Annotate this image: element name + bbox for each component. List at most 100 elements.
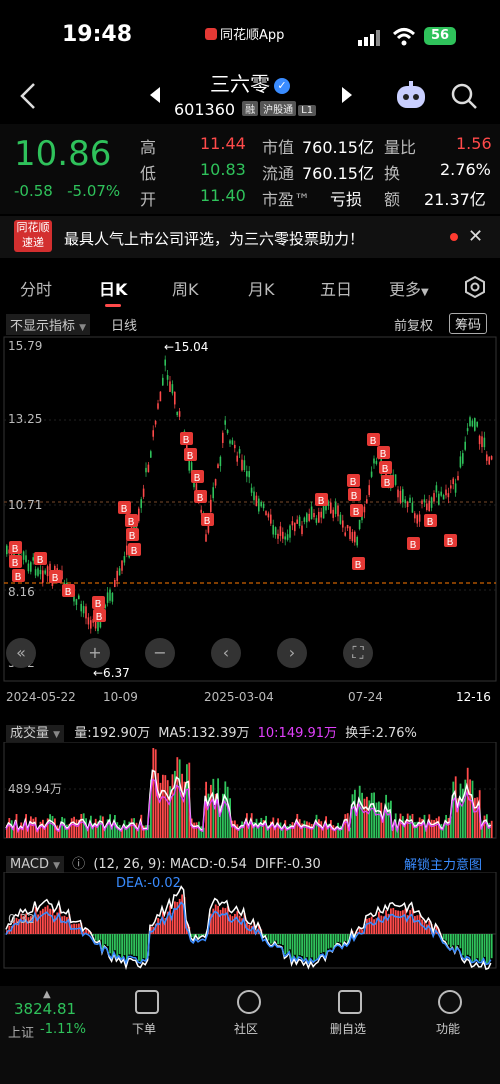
robot-assistant-icon[interactable] [394, 80, 428, 116]
search-icon[interactable] [450, 82, 478, 114]
tag-level: L1 [298, 105, 317, 116]
tab-intraday[interactable]: 分时 [20, 276, 52, 300]
zoom-out-all-icon[interactable]: « [6, 638, 36, 668]
app-indicator: 同花顺App [205, 24, 284, 43]
buy-markers: BBBBBBBBBBBBBBBBBBBBBBBBBBBBB [9, 432, 457, 623]
zoom-out-icon[interactable]: − [145, 638, 175, 668]
svg-text:B: B [187, 451, 194, 462]
svg-text:B: B [353, 507, 360, 518]
svg-text:B: B [384, 478, 391, 489]
svg-text:B: B [370, 436, 377, 447]
chip-button[interactable]: 筹码 [449, 313, 488, 334]
community-icon[interactable] [237, 990, 261, 1014]
wifi-icon [392, 27, 416, 51]
macd-chart [3, 872, 497, 971]
signal-icon [358, 30, 382, 50]
svg-text:B: B [65, 587, 72, 598]
settings-icon[interactable] [464, 275, 486, 302]
scroll-right-icon[interactable]: › [277, 638, 307, 668]
volume-y-tick: 489.94万 [8, 782, 62, 796]
svg-text:B: B [427, 517, 434, 528]
date-tick-3: 2025-03-04 [204, 690, 274, 704]
index-change: -1.11% [40, 1022, 86, 1037]
svg-text:B: B [129, 531, 136, 542]
nav-functions[interactable]: 功能 [418, 1020, 478, 1037]
help-icon[interactable]: ⓘ [72, 857, 85, 872]
nav-remove-watchlist[interactable]: 删自选 [318, 1020, 378, 1037]
index-name: 上证 [8, 1026, 35, 1041]
svg-text:B: B [128, 517, 135, 528]
volume-select[interactable]: 成交量 ▼ [6, 725, 65, 742]
tab-weekly-k[interactable]: 周K [172, 276, 199, 300]
amount-value: 21.37亿 [424, 190, 486, 209]
tag-connect: 沪股通 [260, 101, 297, 116]
unlock-link[interactable]: 解锁主力意图 [404, 854, 482, 873]
low-value: 10.83 [200, 160, 246, 179]
svg-text:B: B [131, 546, 138, 557]
macd-header: MACD ▼ ⓘ (12, 26, 9): MACD:-0.54 DIFF:-0… [6, 853, 321, 873]
mcap-label: 市值 [262, 138, 295, 157]
volume-chart [3, 742, 497, 839]
macd-params: (12, 26, 9): [93, 857, 166, 872]
svg-text:B: B [355, 560, 362, 571]
high-label: 高 [140, 138, 157, 157]
vr-label: 量比 [384, 138, 417, 157]
svg-text:B: B [351, 491, 358, 502]
svg-text:B: B [183, 435, 190, 446]
turnover-label: 换 [384, 164, 401, 183]
candlesticks [6, 355, 493, 634]
svg-text:B: B [350, 477, 357, 488]
high-value: 11.44 [200, 134, 246, 153]
volume-value: 量:192.90万 [74, 726, 151, 741]
date-tick-2: 10-09 [103, 690, 138, 704]
pe-value: 亏损 [330, 190, 363, 209]
current-price: 10.86 [14, 134, 112, 174]
float-label: 流通 [262, 164, 295, 183]
scroll-left-icon[interactable]: ‹ [211, 638, 241, 668]
order-icon[interactable] [135, 990, 159, 1014]
macd-select[interactable]: MACD ▼ [6, 856, 65, 873]
turnover-value: 2.76% [440, 160, 491, 179]
kline-chart[interactable]: BBBBBBBBBBBBBBBBBBBBBBBBBBBBB [0, 335, 500, 715]
tab-more[interactable]: 更多▼ [389, 276, 429, 300]
svg-text:B: B [204, 516, 211, 527]
stock-code: 601360 [174, 100, 236, 119]
svg-text:B: B [318, 496, 325, 507]
date-tick-5: 12-16 [456, 690, 491, 704]
date-tick-4: 07-24 [348, 690, 383, 704]
low-label: 低 [140, 164, 157, 183]
tab-five-day[interactable]: 五日 [320, 276, 352, 300]
ad-text[interactable]: 最具人气上市公司评选，为三六零投票助力！ [64, 228, 364, 249]
tab-monthly-k[interactable]: 月K [248, 276, 275, 300]
functions-icon[interactable] [438, 990, 462, 1014]
index-value[interactable]: 3824.81 [14, 1000, 76, 1018]
volume-ma10: 10:149.91万 [257, 726, 338, 741]
indicator-select[interactable]: 不显示指标 ▼ [6, 314, 91, 335]
remove-watchlist-icon[interactable] [338, 990, 362, 1014]
y-tick-3: 10.71 [8, 498, 43, 512]
nav-community[interactable]: 社区 [216, 1020, 276, 1037]
tab-daily-k[interactable]: 日K [99, 276, 127, 300]
status-time: 19:48 [62, 22, 133, 47]
macd-y-tick: 0.32 [8, 912, 35, 926]
open-value: 11.40 [200, 186, 246, 205]
date-tick-1: 2024-05-22 [6, 690, 76, 704]
svg-text:B: B [121, 504, 128, 515]
price-change: -0.58 -5.07% [14, 182, 121, 200]
zoom-in-icon[interactable]: + [80, 638, 110, 668]
close-icon[interactable]: ✕ [468, 226, 483, 247]
expand-up-icon[interactable]: ▲ [43, 989, 51, 1000]
fullscreen-icon[interactable]: ⛶ [343, 638, 373, 668]
line-type-label: 日线 [111, 319, 138, 334]
nav-order[interactable]: 下单 [114, 1020, 174, 1037]
chevron-down-icon: ▼ [421, 287, 429, 298]
volume-header: 成交量 ▼ 量:192.90万 MA5:132.39万 10:149.91万 换… [6, 722, 417, 742]
pe-label: 市盈™ [262, 190, 311, 209]
verified-icon: ✓ [274, 78, 290, 94]
diff-value: DIFF:-0.30 [255, 857, 321, 872]
vr-value: 1.56 [456, 134, 492, 153]
battery-icon: 56 [424, 27, 456, 45]
svg-text:B: B [12, 558, 19, 569]
svg-text:B: B [37, 555, 44, 566]
adjust-button[interactable]: 前复权 [394, 315, 433, 334]
